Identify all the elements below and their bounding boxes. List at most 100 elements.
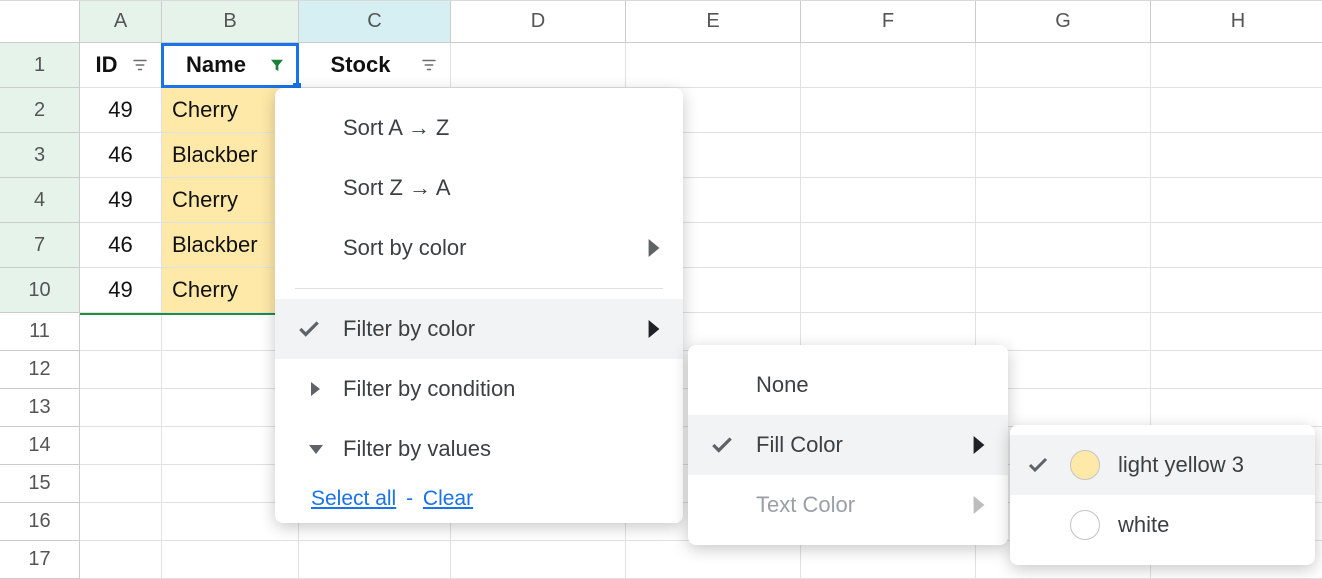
chevron-right-icon [970,496,988,514]
col-header-c[interactable]: C [299,1,451,43]
row-header[interactable]: 3 [0,133,80,178]
col-header-d[interactable]: D [451,1,626,43]
row-header[interactable]: 4 [0,178,80,223]
menu-label: None [756,372,809,398]
cell[interactable] [451,541,626,579]
cell[interactable] [801,223,976,268]
select-all-link[interactable]: Select all [311,487,396,510]
row-header[interactable]: 11 [0,313,80,351]
filter-by-values[interactable]: Filter by values [275,419,683,479]
cell[interactable] [801,268,976,313]
check-icon [1024,451,1052,479]
row-header[interactable]: 15 [0,465,80,503]
cell[interactable] [1151,88,1322,133]
col-header-e[interactable]: E [626,1,801,43]
cell[interactable] [626,541,801,579]
filter-by-color[interactable]: Filter by color [275,299,683,359]
color-option-white[interactable]: white [1010,495,1315,555]
cell[interactable] [80,503,162,541]
cell[interactable] [299,541,451,579]
cell[interactable] [976,133,1151,178]
header-cell-stock[interactable]: Stock [299,43,451,88]
cell[interactable] [80,389,162,427]
cell[interactable] [801,88,976,133]
col-header-f[interactable]: F [801,1,976,43]
filter-icon[interactable] [418,54,440,76]
row-header[interactable]: 14 [0,427,80,465]
row-header[interactable]: 1 [0,43,80,88]
col-header-h[interactable]: H [1151,1,1322,43]
filter-by-condition[interactable]: Filter by condition [275,359,683,419]
cell[interactable] [80,541,162,579]
cell[interactable] [451,43,626,88]
cell[interactable] [976,178,1151,223]
header-label: Name [172,52,260,78]
row-header[interactable]: 10 [0,268,80,313]
fill-color-list: light yellow 3 white [1010,425,1315,565]
cell[interactable] [1151,389,1322,427]
links-row: Select all - Clear [275,479,683,513]
filter-text-color[interactable]: Text Color [688,475,1008,535]
menu-label: Sort A → Z [343,115,449,141]
cell-id[interactable]: 49 [80,178,162,223]
cell-id[interactable]: 49 [80,88,162,133]
menu-label: Filter by values [343,436,491,462]
filter-icon[interactable] [129,54,151,76]
row-header[interactable]: 2 [0,88,80,133]
cell[interactable] [976,88,1151,133]
header-cell-name[interactable]: Name [162,43,299,88]
cell[interactable] [976,223,1151,268]
sort-by-color[interactable]: Sort by color [275,218,683,278]
header-label: ID [90,52,123,78]
cell[interactable] [1151,313,1322,351]
cell[interactable] [162,541,299,579]
row-header[interactable]: 12 [0,351,80,389]
cell[interactable] [1151,43,1322,88]
sort-az[interactable]: Sort A → Z [275,98,683,158]
cell[interactable] [976,43,1151,88]
menu-label: Filter by condition [343,376,515,402]
cell[interactable] [1151,178,1322,223]
color-option-light-yellow-3[interactable]: light yellow 3 [1010,435,1315,495]
cell[interactable] [80,313,162,351]
row-header[interactable]: 17 [0,541,80,579]
filter-fill-color[interactable]: Fill Color [688,415,1008,475]
cell[interactable] [1151,268,1322,313]
select-all-corner[interactable] [0,1,80,43]
cell[interactable] [626,43,801,88]
triangle-down-icon [309,445,323,454]
cell-id[interactable]: 46 [80,133,162,178]
separator-dash: - [402,487,417,510]
row-header[interactable]: 7 [0,223,80,268]
cell[interactable] [801,43,976,88]
cell[interactable] [976,268,1151,313]
menu-label: Text Color [756,492,855,518]
cell[interactable] [80,351,162,389]
filter-color-submenu: None Fill Color Text Color [688,345,1008,545]
filter-active-icon[interactable] [266,54,288,76]
separator [295,288,663,289]
filter-color-none[interactable]: None [688,355,1008,415]
cell-id[interactable]: 49 [80,268,162,313]
cell[interactable] [1151,351,1322,389]
cell[interactable] [80,465,162,503]
header-cell-id[interactable]: ID [80,43,162,88]
cell[interactable] [801,133,976,178]
triangle-right-icon [311,382,320,396]
cell[interactable] [1151,223,1322,268]
cell[interactable] [801,178,976,223]
col-header-g[interactable]: G [976,1,1151,43]
col-header-a[interactable]: A [80,1,162,43]
cell[interactable] [801,541,976,579]
clear-link[interactable]: Clear [423,487,473,510]
cell-id[interactable]: 46 [80,223,162,268]
menu-label: Sort by color [343,235,467,261]
row-header[interactable]: 16 [0,503,80,541]
cell[interactable] [1151,133,1322,178]
row-header[interactable]: 13 [0,389,80,427]
sort-za[interactable]: Sort Z → A [275,158,683,218]
color-swatch [1070,450,1100,480]
col-header-b[interactable]: B [162,1,299,43]
cell[interactable] [80,427,162,465]
chevron-right-icon [645,239,663,257]
